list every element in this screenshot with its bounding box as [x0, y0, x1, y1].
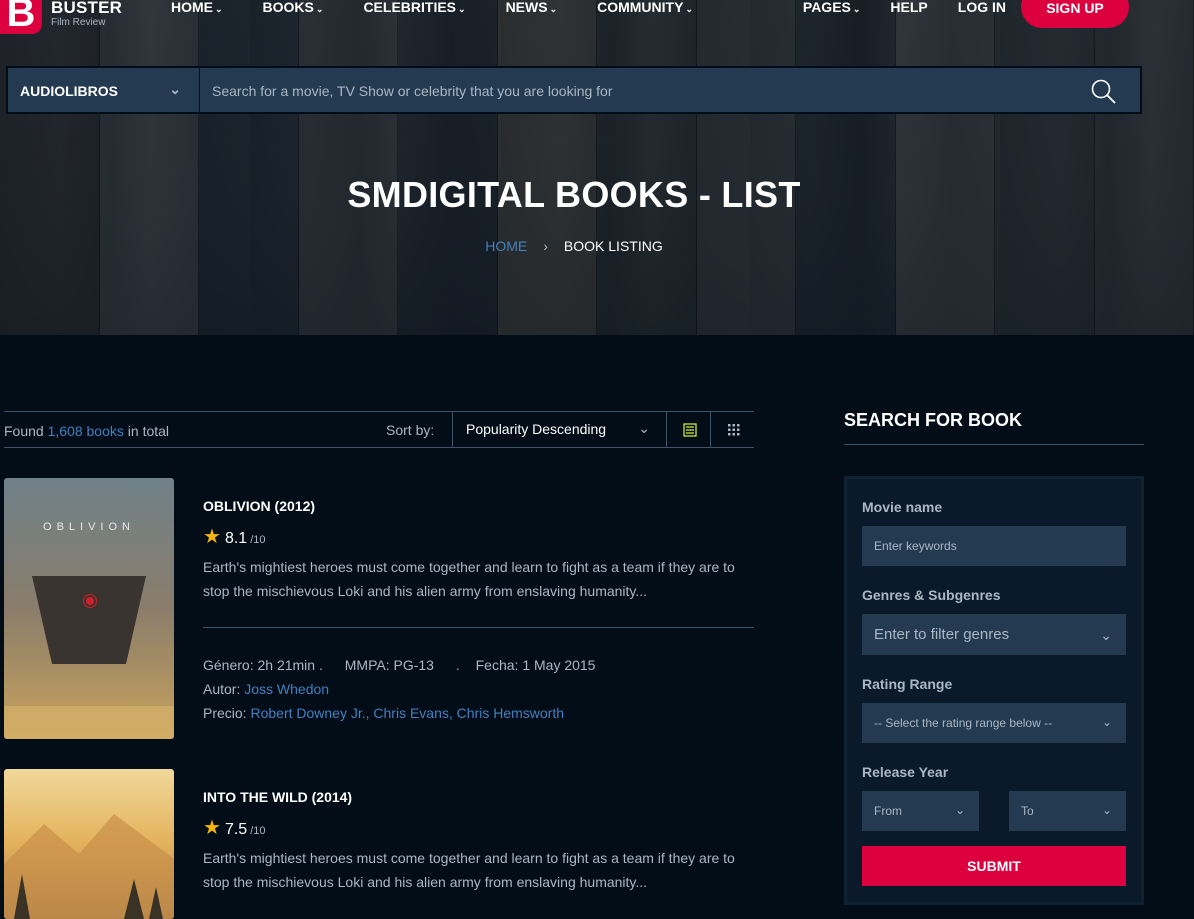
sidebar-title: SEARCH FOR BOOK: [844, 410, 1023, 430]
divider: [203, 627, 754, 628]
movie-price-label: Precio:: [203, 705, 247, 721]
chevron-down-icon: ⌄: [1101, 803, 1112, 817]
movie-author-label: Autor:: [203, 681, 241, 697]
poster-title-text: OBLIVION: [43, 521, 135, 533]
search-form: Movie name Enter keywords Genres & Subge…: [844, 476, 1144, 905]
chevron-down-icon: ⌄: [169, 81, 181, 97]
breadcrumb-home[interactable]: HOME: [485, 238, 527, 254]
nav-item-community[interactable]: COMMUNITY ⌄: [597, 0, 693, 17]
chevron-down-icon: ⌄: [954, 803, 965, 817]
chevron-down-icon: ⌄: [1101, 715, 1112, 729]
logo-mark: B: [0, 0, 42, 34]
chevron-down-icon: ⌄: [685, 4, 693, 14]
movie-mmpa: MMPA: PG-13: [344, 657, 434, 673]
release-year-label: Release Year: [862, 764, 949, 780]
movie-rating: ★ 7.5 /10: [203, 817, 266, 839]
movie-name-label: Movie name: [862, 499, 943, 515]
list-view-toggle[interactable]: [666, 412, 710, 447]
movie-meta: Género: 2h 21min . MMPA: PG-13 . Fecha: …: [203, 653, 754, 725]
nav-item-books[interactable]: BOOKS ⌄: [263, 0, 324, 17]
list-item: INTO THE WILD (2014) ★ 7.5 /10 Earth's m…: [4, 769, 754, 919]
rating-range-select[interactable]: -- Select the rating range below -- ⌄: [862, 703, 1126, 743]
chevron-down-icon: ⌄: [638, 420, 650, 436]
rating-range-label: Rating Range: [862, 676, 953, 692]
year-from-select[interactable]: From ⌄: [862, 791, 979, 831]
main-nav: HOME ⌄ BOOKS ⌄ CELEBRITIES ⌄ NEWS ⌄ COMMUNIT…: [171, 0, 733, 17]
chevron-down-icon: ⌄: [315, 4, 324, 14]
grid-view-toggle[interactable]: [710, 412, 754, 447]
result-count: Found 1,608 books in total: [4, 423, 170, 439]
sort-label: Sort by:: [386, 422, 435, 438]
hero-banner: [0, 0, 1194, 335]
grid-view-icon: [728, 424, 740, 436]
movie-cast-links[interactable]: Robert Downey Jr., Chris Evans, Chris He…: [250, 705, 564, 721]
nav-item-help[interactable]: HELP: [890, 0, 927, 15]
signup-button[interactable]: SIGN UP: [1021, 0, 1129, 28]
logo-name: BUSTER: [51, 0, 123, 17]
movie-name-input[interactable]: Enter keywords: [862, 526, 1126, 566]
search-bar: AUDIOLIBROS ⌄ Search for a movie, TV Sho…: [6, 66, 1142, 114]
meta-separator: .: [455, 657, 460, 673]
genres-label: Genres & Subgenres: [862, 587, 1001, 603]
movie-poster[interactable]: [4, 769, 174, 919]
movie-genre: Género: 2h 21min .: [203, 657, 323, 673]
nav-item-celebrities[interactable]: CELEBRITIES ⌄: [363, 0, 465, 17]
movie-rating: ★ 8.1 /10: [203, 526, 266, 548]
search-icon[interactable]: [1090, 68, 1140, 112]
page-title: SMDIGITAL BOOKS - LIST: [347, 174, 801, 215]
search-input[interactable]: Search for a movie, TV Show or celebrity…: [200, 68, 1090, 112]
nav-item-pages[interactable]: PAGES ⌄: [803, 0, 861, 17]
chevron-down-icon: ⌄: [549, 4, 558, 14]
genres-select[interactable]: Enter to filter genres ⌄: [862, 614, 1126, 655]
nav-right: PAGES ⌄ HELP LOG IN: [803, 0, 1006, 17]
breadcrumb-current: BOOK LISTING: [563, 238, 663, 254]
list-view-icon: [683, 423, 697, 437]
movie-author-link[interactable]: Joss Whedon: [244, 681, 329, 697]
login-link[interactable]: LOG IN: [958, 0, 1006, 15]
list-item: OBLIVION OBLIVION (2012) ★ 8.1 /10 Earth…: [4, 478, 754, 748]
movie-title[interactable]: OBLIVION (2012): [203, 498, 754, 514]
nav-item-news[interactable]: NEWS ⌄: [506, 0, 558, 17]
site-logo[interactable]: B BUSTER Film Review: [0, 0, 122, 34]
divider: [844, 444, 1144, 445]
movie-date: Fecha: 1 May 2015: [475, 657, 596, 673]
breadcrumb: HOME › BOOK LISTING: [0, 238, 1148, 254]
submit-button[interactable]: SUBMIT: [862, 846, 1126, 886]
chevron-down-icon: ⌄: [215, 4, 223, 14]
movie-poster[interactable]: OBLIVION: [4, 478, 174, 739]
star-icon: ★: [203, 526, 221, 548]
poster-collage: [0, 0, 1194, 335]
chevron-down-icon: ⌄: [458, 4, 466, 14]
year-to-select[interactable]: To ⌄: [1009, 791, 1126, 831]
breadcrumb-separator: ›: [543, 238, 548, 254]
chevron-down-icon: ⌄: [852, 4, 861, 14]
chevron-down-icon: ⌄: [1100, 627, 1112, 643]
movie-description: Earth's mightiest heroes must come toget…: [203, 559, 735, 599]
search-category-select[interactable]: AUDIOLIBROS ⌄: [8, 68, 200, 112]
movie-description: Earth's mightiest heroes must come toget…: [203, 850, 735, 890]
nav-item-home[interactable]: HOME ⌄: [171, 0, 223, 17]
movie-title[interactable]: INTO THE WILD (2014): [203, 789, 754, 805]
listing-toolbar: Found 1,608 books in total Sort by: Popu…: [4, 411, 754, 448]
sort-select[interactable]: Popularity Descending ⌄: [452, 412, 666, 447]
star-icon: ★: [203, 817, 221, 839]
logo-tagline: Film Review: [51, 16, 106, 28]
